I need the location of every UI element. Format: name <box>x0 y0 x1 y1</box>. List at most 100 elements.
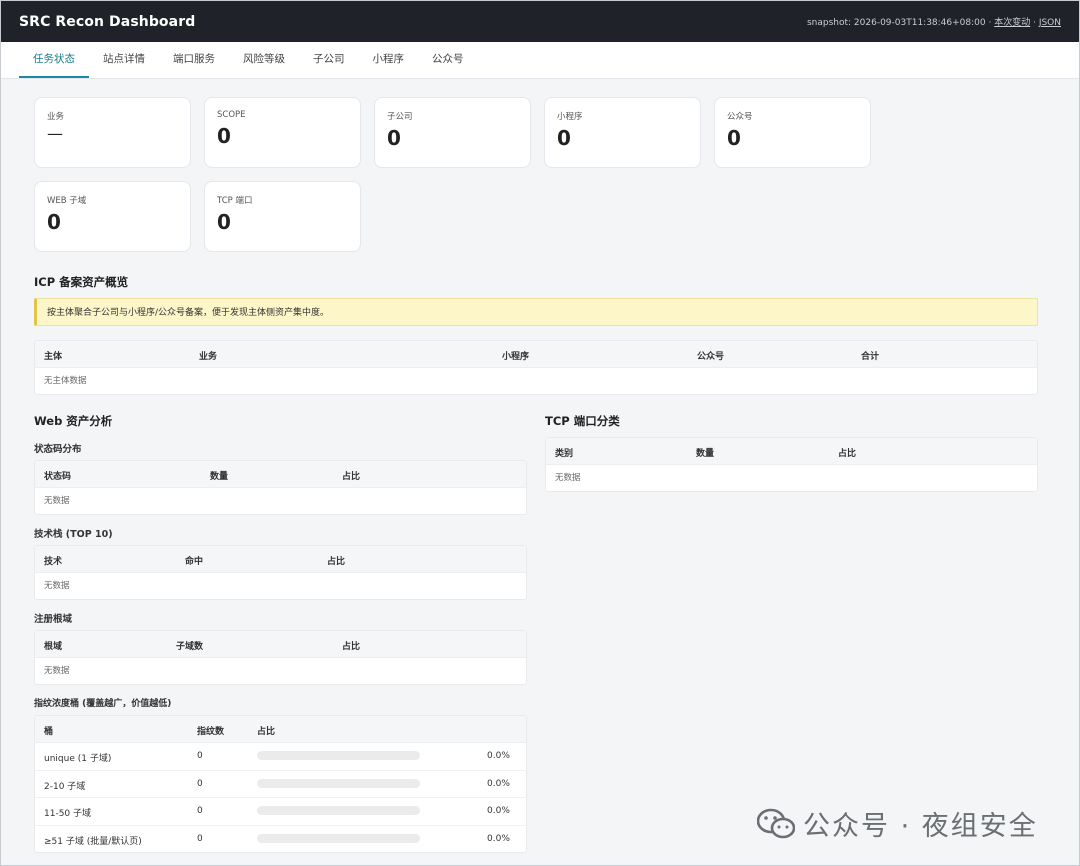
json-link[interactable]: JSON <box>1039 18 1061 28</box>
col-count: 数量 <box>696 449 715 459</box>
col-fingerprint-count: 指纹数 <box>197 727 225 737</box>
bucket-pct: 0.0% <box>487 751 510 761</box>
table-header: 桶 指纹数 占比 <box>35 716 526 743</box>
stat-label: 公众号 <box>727 112 753 122</box>
stat-card-official-accounts: 公众号 0 <box>714 97 871 168</box>
bucket-name: unique (1 子域) <box>44 754 112 764</box>
stat-value: 0 <box>217 210 231 234</box>
table-row: ≥51 子域 (批量/默认页) 0 0.0% <box>35 826 526 853</box>
stat-label: 子公司 <box>387 112 413 122</box>
fingerprint-bucket-title: 指纹浓度桶 (覆盖越广，价值越低) <box>34 699 172 709</box>
col-ratio: 占比 <box>257 727 276 737</box>
stat-value: 0 <box>387 126 401 150</box>
col-tech: 技术 <box>44 557 63 567</box>
col-hits: 命中 <box>185 557 204 567</box>
col-bucket: 桶 <box>44 727 54 737</box>
stat-value: 0 <box>217 124 231 148</box>
ratio-bar <box>257 833 420 843</box>
diff-link[interactable]: 本次变动 <box>994 18 1030 28</box>
stat-card-subsidiaries: 子公司 0 <box>374 97 531 168</box>
icp-section-title: ICP 备案资产概览 <box>34 275 129 289</box>
col-business: 业务 <box>199 352 218 362</box>
fingerprint-bucket-table: 桶 指纹数 占比 unique (1 子域) 0 0.0% 2-10 子域 0 … <box>34 715 527 853</box>
tab-task-status[interactable]: 任务状态 <box>19 51 89 78</box>
main-content: 业务 — SCOPE 0 子公司 0 小程序 0 公众号 0 WEB 子域 0 <box>34 97 1038 853</box>
tab-official-accounts[interactable]: 公众号 <box>418 51 478 78</box>
table-header: 状态码 数量 占比 <box>35 461 526 488</box>
bucket-name: ≥51 子域 (批量/默认页) <box>44 836 142 847</box>
table-header: 类别 数量 占比 <box>546 438 1037 465</box>
stat-label: 小程序 <box>557 112 583 122</box>
tech-stack-table: 技术 命中 占比 无数据 <box>34 545 527 600</box>
tab-site-details[interactable]: 站点详情 <box>89 51 159 78</box>
table-header: 主体 业务 小程序 公众号 合计 <box>35 341 1037 368</box>
table-row: 11-50 子域 0 0.0% <box>35 798 526 826</box>
status-code-table: 状态码 数量 占比 无数据 <box>34 460 527 515</box>
empty-message: 无主体数据 <box>44 376 87 386</box>
stat-card-scope: SCOPE 0 <box>204 97 361 168</box>
bucket-count: 0 <box>197 806 203 816</box>
col-ratio: 占比 <box>838 449 857 459</box>
web-section-title: Web 资产分析 <box>34 414 113 428</box>
bucket-count: 0 <box>197 833 203 844</box>
tab-bar: 任务状态 站点详情 端口服务 风险等级 子公司 小程序 公众号 <box>1 42 1079 79</box>
stat-label: TCP 端口 <box>217 196 253 206</box>
col-subdomain-count: 子域数 <box>176 642 204 652</box>
col-ratio: 占比 <box>342 642 361 652</box>
icp-notice: 按主体聚合子公司与小程序/公众号备案，便于发现主体侧资产集中度。 <box>34 298 1038 326</box>
ratio-bar <box>257 778 420 788</box>
app-window: SRC Recon Dashboard snapshot: 2026-09-03… <box>0 0 1080 866</box>
bucket-count: 0 <box>197 778 203 789</box>
link-separator: · <box>1030 18 1039 28</box>
snapshot-text: snapshot: 2026-09-03T11:38:46+08:00 · <box>806 18 995 28</box>
status-code-title: 状态码分布 <box>34 444 82 455</box>
col-ratio: 占比 <box>342 472 361 482</box>
ratio-bar <box>257 751 420 760</box>
stat-cards: 业务 — SCOPE 0 子公司 0 小程序 0 公众号 0 WEB 子域 0 <box>34 97 1038 252</box>
stat-value: 0 <box>727 126 741 150</box>
stat-card-web-subdomains: WEB 子域 0 <box>34 181 191 252</box>
bucket-name: 2-10 子域 <box>44 781 86 792</box>
empty-message: 无数据 <box>44 496 70 506</box>
app-title: SRC Recon Dashboard <box>19 13 196 30</box>
col-root-domain: 根域 <box>44 642 63 652</box>
tab-port-services[interactable]: 端口服务 <box>159 51 229 78</box>
stat-card-mini-programs: 小程序 0 <box>544 97 701 168</box>
tcp-section-title: TCP 端口分类 <box>545 414 620 428</box>
tab-mini-programs[interactable]: 小程序 <box>359 51 419 78</box>
bucket-pct: 0.0% <box>487 833 510 844</box>
col-ratio: 占比 <box>327 557 346 567</box>
root-domain-title: 注册根域 <box>34 614 73 625</box>
table-row: unique (1 子域) 0 0.0% <box>35 743 526 771</box>
empty-message: 无数据 <box>44 666 70 676</box>
stat-value: — <box>47 124 63 143</box>
col-entity: 主体 <box>44 352 63 362</box>
stat-label: SCOPE <box>217 110 246 120</box>
watermark-text: 公众号 · 夜组安全 <box>803 811 1038 842</box>
icp-table: 主体 业务 小程序 公众号 合计 无主体数据 <box>34 340 1038 395</box>
top-bar: SRC Recon Dashboard snapshot: 2026-09-03… <box>1 1 1079 42</box>
col-status-code: 状态码 <box>44 472 72 482</box>
empty-message: 无数据 <box>555 473 581 483</box>
stat-card-tcp-ports: TCP 端口 0 <box>204 181 361 252</box>
stat-card-business: 业务 — <box>34 97 191 168</box>
ratio-bar <box>257 806 420 815</box>
stat-value: 0 <box>47 210 61 234</box>
snapshot-info: snapshot: 2026-09-03T11:38:46+08:00 · 本次… <box>807 15 1061 28</box>
table-header: 技术 命中 占比 <box>35 546 526 573</box>
col-total: 合计 <box>861 352 880 362</box>
tech-stack-title: 技术栈 (TOP 10) <box>34 529 113 540</box>
tab-risk-level[interactable]: 风险等级 <box>229 51 299 78</box>
tab-subsidiaries[interactable]: 子公司 <box>299 51 359 78</box>
tcp-port-table: 类别 数量 占比 无数据 <box>545 437 1038 492</box>
col-category: 类别 <box>555 449 574 459</box>
wechat-icon <box>757 808 795 838</box>
bucket-count: 0 <box>197 751 203 761</box>
col-count: 数量 <box>210 472 229 482</box>
empty-message: 无数据 <box>44 581 70 591</box>
col-official-accounts: 公众号 <box>697 352 725 362</box>
bucket-pct: 0.0% <box>487 778 510 789</box>
stat-value: 0 <box>557 126 571 150</box>
watermark: 公众号 · 夜组安全 <box>757 804 1038 843</box>
bucket-name: 11-50 子域 <box>44 809 92 819</box>
